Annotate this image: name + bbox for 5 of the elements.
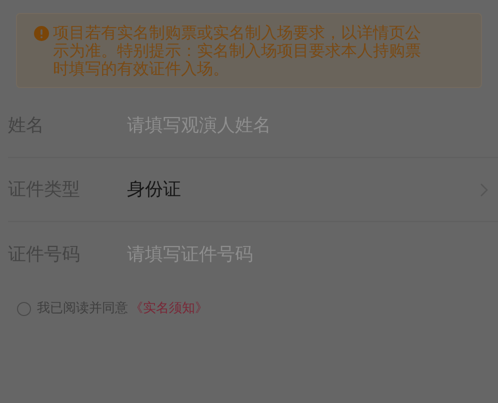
warning-icon	[34, 26, 49, 41]
agreement-checkbox[interactable]	[17, 302, 31, 316]
select-value[interactable]: 身份证	[127, 176, 480, 203]
terms-link[interactable]: 《实名须知》	[130, 299, 208, 318]
notice-text: 项目若有实名制购票或实名制入场要求，以详情页公示为准。特别提示：实名制入场项目要求本人持购票时填写的有效证件入场。	[53, 24, 422, 78]
